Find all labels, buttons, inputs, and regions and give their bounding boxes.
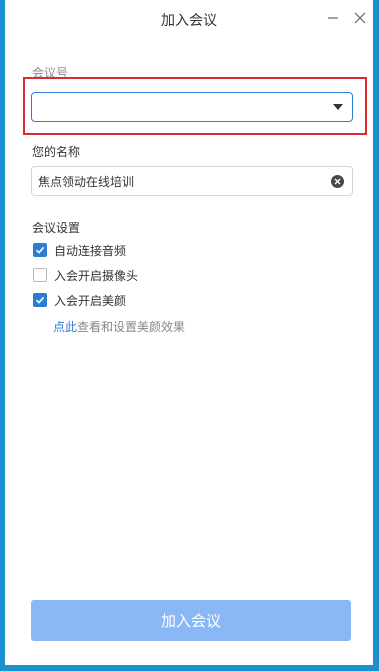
name-field[interactable]: [31, 166, 353, 196]
option-label: 入会开启摄像头: [54, 268, 139, 283]
dialog-title: 加入会议: [161, 13, 217, 29]
name-input[interactable]: [38, 172, 318, 190]
beauty-hint: 点此查看和设置美颜效果: [53, 318, 185, 335]
clear-icon: [334, 178, 341, 185]
meeting-id-select[interactable]: [31, 92, 353, 122]
name-label: 您的名称: [32, 145, 81, 159]
check-icon: [35, 246, 45, 254]
beauty-settings-link[interactable]: 点此: [53, 320, 77, 334]
option-label: 自动连接音频: [54, 243, 127, 258]
checkbox-checked[interactable]: [33, 243, 47, 257]
title-bar: 加入会议: [5, 0, 373, 36]
option-beauty-on[interactable]: 入会开启美颜: [33, 292, 126, 308]
caret-down-icon[interactable]: [333, 104, 343, 110]
close-button[interactable]: [350, 8, 370, 28]
check-icon: [35, 296, 45, 304]
beauty-hint-text: 查看和设置美颜效果: [77, 320, 186, 334]
minimize-icon: [328, 17, 338, 19]
close-icon: [354, 12, 366, 24]
option-label: 入会开启美颜: [54, 293, 127, 308]
join-meeting-dialog: 加入会议 会议号 您的名称 会议设置: [5, 0, 373, 665]
checkbox-checked[interactable]: [33, 293, 47, 307]
settings-label: 会议设置: [32, 221, 81, 235]
option-camera-on[interactable]: 入会开启摄像头: [33, 267, 138, 283]
clear-button[interactable]: [331, 175, 344, 188]
join-meeting-button[interactable]: 加入会议: [31, 600, 351, 641]
option-auto-audio[interactable]: 自动连接音频: [33, 242, 126, 258]
checkbox-unchecked[interactable]: [33, 268, 47, 282]
minimize-button[interactable]: [323, 8, 343, 28]
